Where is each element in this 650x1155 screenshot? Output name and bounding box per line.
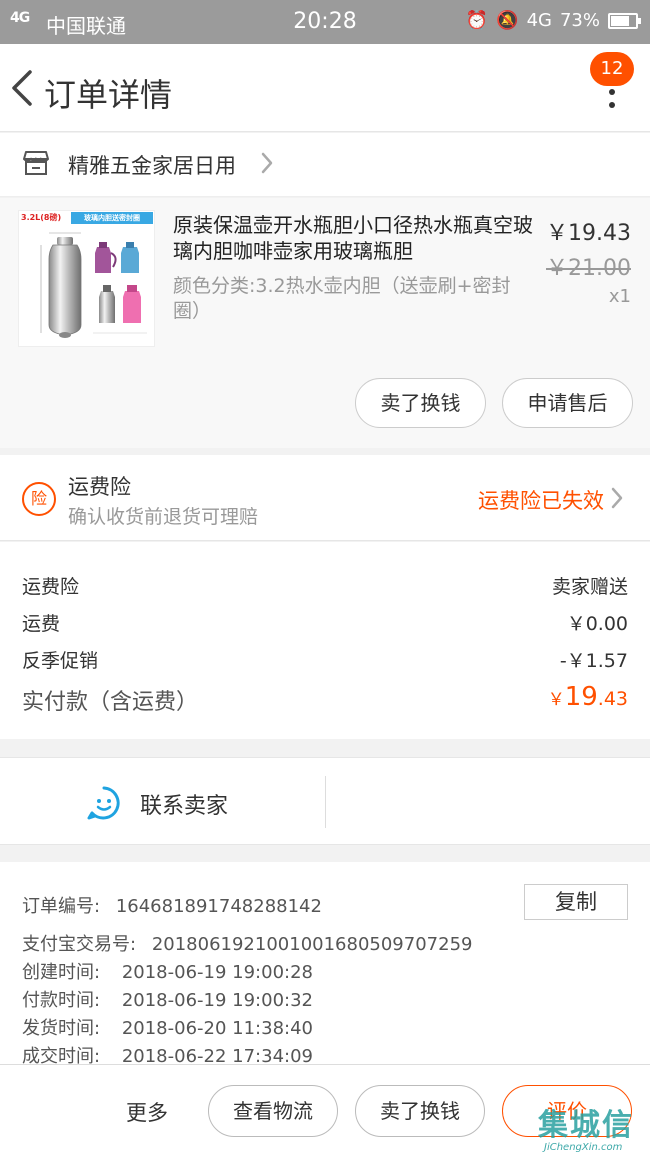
more-link[interactable]: 更多 [126, 1097, 168, 1127]
more-dot-icon [609, 89, 615, 95]
alipay-number: 2018061921001001680509707259 [151, 934, 473, 955]
product-quantity: x1 [608, 286, 631, 307]
paid-row: 付款时间: 2018-06-19 19:00:32 [22, 986, 313, 1012]
alarm-icon: ⏰ [465, 10, 489, 31]
total-currency: ￥ [547, 690, 565, 710]
image-banner-label: 玻璃内胆送密封圈 [71, 212, 153, 224]
insurance-icon: 险 [22, 482, 56, 516]
watermark-text: 集城信 [538, 1108, 634, 1143]
page-title: 订单详情 [44, 76, 173, 114]
total-decimal: .43 [597, 688, 628, 710]
shop-row[interactable]: 精雅五金家居日用 [0, 133, 650, 197]
product-original-price: ￥21.00 [546, 256, 631, 281]
product-sku: 颜色分类:3.2热水壶内胆（送壶刷+密封圈） [173, 275, 511, 322]
total-integer: 19 [564, 682, 598, 712]
chevron-right-icon [611, 487, 623, 509]
sell-button[interactable]: 卖了换钱 [355, 378, 486, 428]
network-type: 4G [526, 10, 552, 31]
fee-label: 反季促销 [22, 650, 99, 672]
status-right: ⏰ 🔕 4G 73% [465, 10, 641, 31]
status-bar: 4G 中国联通 20:28 ⏰ 🔕 4G 73% [0, 0, 650, 44]
total-paid-row: 实付款（含运费） ￥19.43 [22, 682, 628, 722]
fee-label: 运费险 [22, 576, 80, 598]
fee-value: 卖家赠送 [551, 576, 628, 598]
order-info: 订单编号: 164681891748288142 复制 支付宝交易号: 2018… [0, 862, 650, 1072]
mute-icon: 🔕 [496, 10, 519, 31]
order-number: 164681891748288142 [115, 896, 322, 917]
back-button[interactable] [8, 66, 38, 110]
insurance-title: 运费险 [68, 475, 131, 499]
created-label: 创建时间: [22, 962, 101, 983]
divider [325, 776, 326, 828]
fee-label: 运费 [22, 613, 61, 635]
paid-time: 2018-06-19 19:00:32 [121, 990, 313, 1011]
watermark-url: JiChengXin.com [544, 1142, 623, 1153]
shipped-row: 发货时间: 2018-06-20 11:38:40 [22, 1014, 313, 1040]
image-capacity-label: 3.2L(8磅) [21, 213, 62, 222]
vacuum-flask-illustration [40, 232, 147, 338]
insurance-status: 运费险已失效 [478, 489, 604, 513]
shipped-time: 2018-06-20 11:38:40 [121, 1018, 313, 1039]
copy-button[interactable]: 复制 [524, 884, 628, 920]
paid-label: 付款时间: [22, 990, 101, 1011]
shop-name: 精雅五金家居日用 [68, 154, 236, 178]
order-number-row: 订单编号: 164681891748288142 [22, 892, 322, 918]
product-price: ￥19.43 [546, 221, 631, 246]
alipay-label: 支付宝交易号: [22, 934, 137, 955]
product-image[interactable]: 3.2L(8磅) 玻璃内胆送密封圈 [18, 210, 155, 347]
store-icon [23, 151, 49, 175]
chevron-right-icon [261, 152, 273, 174]
contact-seller-label: 联系卖家 [140, 794, 229, 819]
alipay-row: 支付宝交易号: 2018061921001001680509707259 [22, 930, 472, 956]
created-row: 创建时间: 2018-06-19 19:00:28 [22, 958, 313, 984]
battery-percent: 73% [559, 10, 600, 31]
fee-value: -￥1.57 [559, 650, 628, 672]
fee-row-promotion: 反季促销 -￥1.57 [22, 646, 628, 674]
fee-row-shipping: 运费 ￥0.00 [22, 609, 628, 637]
battery-fill [611, 15, 629, 26]
created-time: 2018-06-19 19:00:28 [121, 962, 313, 983]
watermark-logo: 集城信 JiChengXin.com [530, 1100, 650, 1155]
chevron-left-icon [12, 70, 32, 106]
contact-seller-button[interactable]: 联系卖家 [0, 758, 325, 846]
total-amount: ￥19.43 [548, 682, 628, 712]
shipped-label: 发货时间: [22, 1018, 101, 1039]
shipping-insurance-row[interactable]: 险 运费险 确认收货前退货可理赔 运费险已失效 [0, 455, 650, 541]
total-label: 实付款（含运费） [22, 690, 199, 715]
product-image-tag: 3.2L(8磅) 玻璃内胆送密封圈 [19, 211, 154, 225]
sell-for-cash-button[interactable]: 卖了换钱 [355, 1085, 485, 1137]
battery-icon [608, 12, 641, 29]
after-sale-button[interactable]: 申请售后 [502, 378, 633, 428]
more-dot-icon [609, 102, 615, 108]
chat-face-icon [87, 786, 120, 820]
contact-section: 联系卖家 [0, 757, 650, 845]
insurance-subtitle: 确认收货前退货可理赔 [68, 506, 259, 528]
fee-row-insurance: 运费险 卖家赠送 [22, 572, 628, 600]
nav-bar: 订单详情 12 [0, 44, 650, 132]
product-title[interactable]: 原装保温壶开水瓶胆小口径热水瓶真空玻璃内胆咖啡壶家用玻璃瓶胆 [173, 212, 533, 264]
fee-summary: 运费险 卖家赠送 运费 ￥0.00 反季促销 -￥1.57 实付款（含运费） ￥… [0, 542, 650, 739]
fee-value: ￥0.00 [566, 613, 628, 635]
message-badge: 12 [590, 52, 634, 86]
view-logistics-button[interactable]: 查看物流 [208, 1085, 338, 1137]
order-number-label: 订单编号: [22, 896, 101, 917]
